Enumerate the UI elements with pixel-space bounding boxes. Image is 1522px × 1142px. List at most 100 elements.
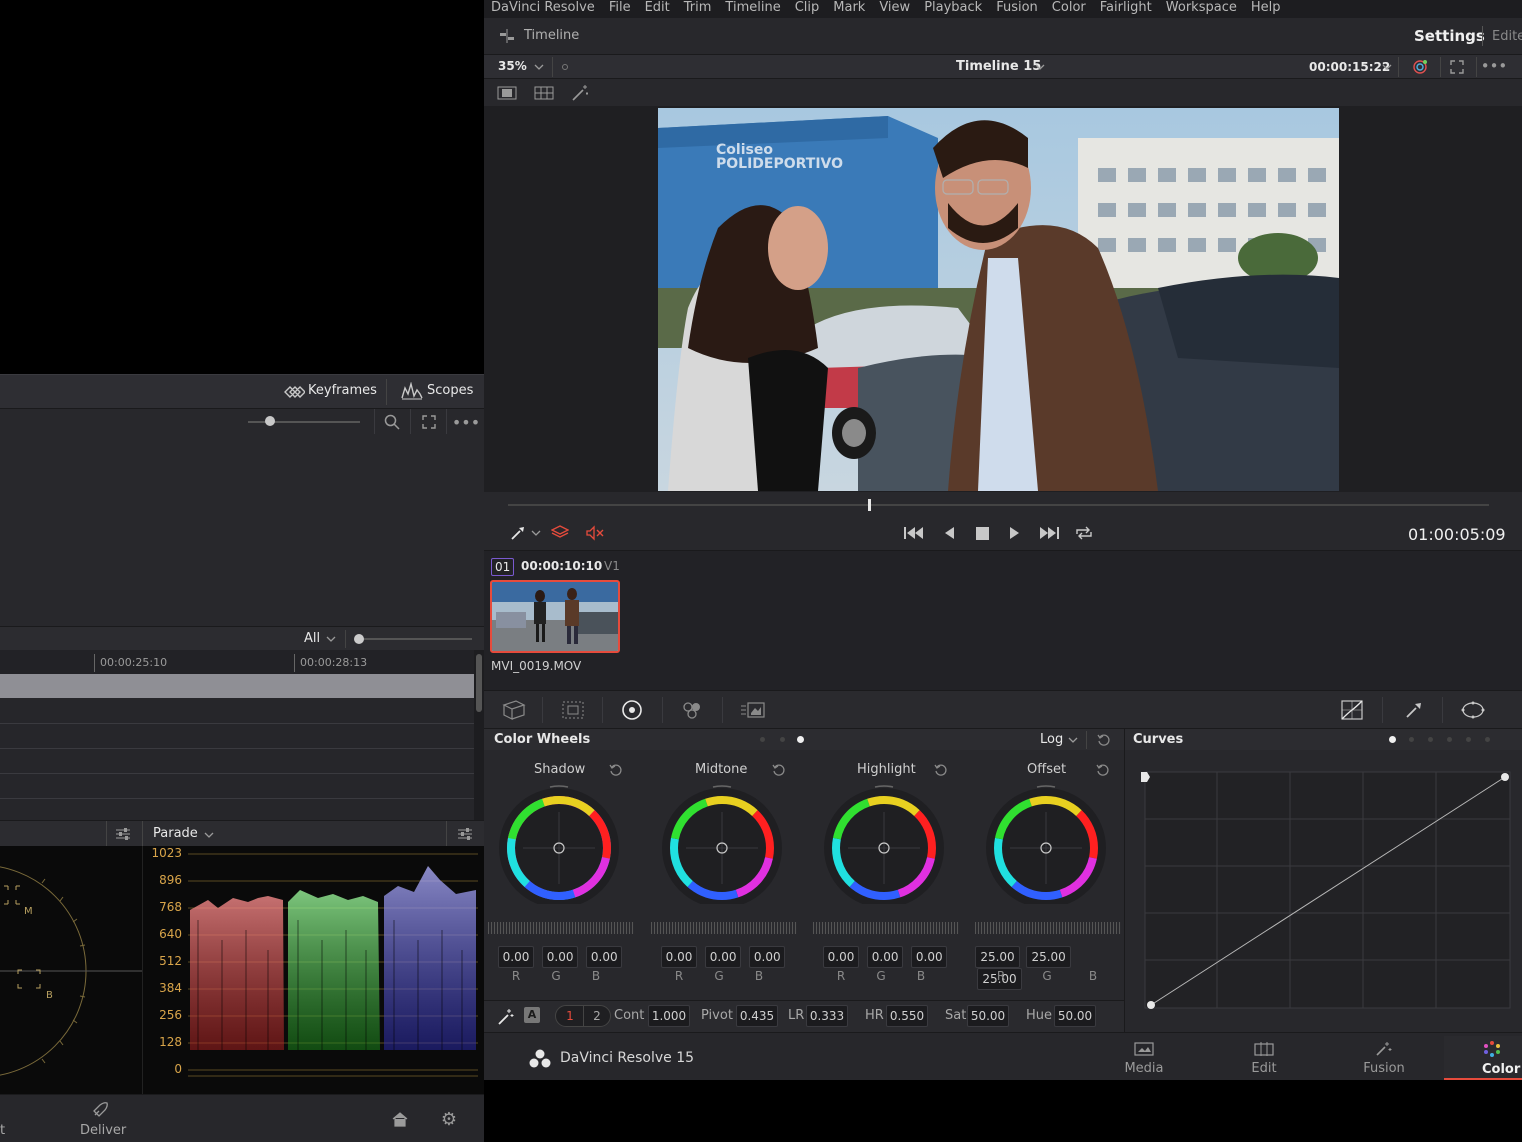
auto-balance-icon[interactable] bbox=[496, 1007, 516, 1027]
menu-help[interactable]: Help bbox=[1251, 0, 1281, 15]
timecode-top[interactable]: 00:00:15:22 bbox=[1309, 60, 1390, 74]
footer-partial-tab[interactable]: t bbox=[0, 1123, 5, 1138]
reverse-play-icon[interactable] bbox=[940, 523, 958, 543]
page-tab-media[interactable]: Media bbox=[1084, 1036, 1204, 1080]
video-frame[interactable]: Coliseo POLIDEPORTIVO bbox=[658, 108, 1339, 491]
qualifier-icon[interactable] bbox=[1402, 699, 1426, 721]
highlight-r-field[interactable]: 0.00 bbox=[823, 946, 859, 968]
timeline-button[interactable]: Timeline bbox=[524, 28, 579, 43]
menu-edit[interactable]: Edit bbox=[645, 0, 670, 15]
menu-playback[interactable]: Playback bbox=[924, 0, 982, 15]
midtone-g-field[interactable]: 0.00 bbox=[705, 946, 742, 968]
play-icon[interactable] bbox=[1006, 523, 1024, 543]
scrubber-track[interactable] bbox=[508, 504, 1489, 506]
menu-clip[interactable]: Clip bbox=[795, 0, 820, 15]
scope-settings-icon[interactable] bbox=[114, 826, 132, 842]
rgb-mixer-icon[interactable] bbox=[680, 699, 704, 721]
playhead[interactable] bbox=[868, 499, 871, 511]
lr-field[interactable]: 0.333 bbox=[806, 1005, 848, 1027]
curves-graph[interactable] bbox=[1141, 768, 1513, 1014]
filter-slider-handle[interactable] bbox=[354, 634, 364, 644]
chevron-down-icon[interactable] bbox=[1035, 63, 1045, 71]
clip-thumbnail[interactable] bbox=[490, 580, 620, 653]
auto-button[interactable]: A bbox=[524, 1007, 540, 1023]
page-dot[interactable] bbox=[760, 737, 765, 742]
menu-fairlight[interactable]: Fairlight bbox=[1100, 0, 1152, 15]
chevron-down-icon[interactable] bbox=[326, 635, 336, 643]
page-tab-fusion[interactable]: Fusion bbox=[1324, 1036, 1444, 1080]
highlight-master-wheel[interactable] bbox=[813, 922, 959, 934]
page-dot[interactable] bbox=[1485, 737, 1490, 742]
clip-name[interactable]: MVI_0019.MOV bbox=[491, 659, 581, 673]
chevron-down-icon[interactable] bbox=[1382, 63, 1392, 71]
page-tab-color[interactable]: Color bbox=[1444, 1036, 1522, 1080]
scopes-button[interactable]: Scopes bbox=[427, 383, 473, 398]
search-icon[interactable] bbox=[383, 413, 401, 431]
midtone-master-wheel[interactable] bbox=[651, 922, 797, 934]
wheels-mode-dropdown[interactable]: Log bbox=[1040, 732, 1063, 747]
page-dot-active[interactable] bbox=[1389, 736, 1396, 743]
page-dot-active[interactable] bbox=[797, 736, 804, 743]
color-picker-icon[interactable] bbox=[1410, 58, 1430, 76]
menu-timeline[interactable]: Timeline bbox=[725, 0, 780, 15]
menu-trim[interactable]: Trim bbox=[684, 0, 712, 15]
chevron-down-icon[interactable] bbox=[534, 63, 544, 71]
highlight-g-field[interactable]: 0.00 bbox=[867, 946, 904, 968]
shadow-r-field[interactable]: 0.00 bbox=[498, 946, 534, 968]
color-match-icon[interactable] bbox=[560, 699, 586, 721]
chevron-down-icon[interactable] bbox=[531, 529, 541, 537]
loop-icon[interactable] bbox=[1073, 523, 1095, 543]
reset-icon[interactable] bbox=[608, 762, 624, 778]
expand-icon[interactable] bbox=[421, 414, 437, 430]
color-wheels-icon[interactable] bbox=[620, 698, 644, 722]
page-dot[interactable] bbox=[1409, 737, 1414, 742]
more-options-icon[interactable]: ••• bbox=[452, 413, 480, 432]
page-dot[interactable] bbox=[1428, 737, 1433, 742]
highlight-b-field[interactable]: 0.00 bbox=[911, 946, 948, 968]
stop-icon[interactable] bbox=[973, 523, 991, 543]
sat-field[interactable]: 50.00 bbox=[967, 1005, 1009, 1027]
offset-master-wheel[interactable] bbox=[975, 922, 1121, 934]
gallery-viewer-icon[interactable] bbox=[534, 85, 554, 101]
all-filter[interactable]: All bbox=[304, 631, 320, 646]
curves-icon[interactable] bbox=[1339, 699, 1365, 721]
zoom-slider-handle[interactable] bbox=[265, 416, 275, 426]
fullscreen-icon[interactable] bbox=[1449, 59, 1465, 75]
shadow-color-wheel[interactable] bbox=[498, 782, 620, 904]
timeline-name[interactable]: Timeline 15 bbox=[956, 59, 1041, 74]
menu-file[interactable]: File bbox=[609, 0, 631, 15]
layers-icon[interactable] bbox=[550, 523, 570, 541]
mute-icon[interactable] bbox=[584, 524, 606, 542]
chevron-down-icon[interactable] bbox=[1068, 736, 1078, 744]
page-1-button[interactable]: 1 bbox=[556, 1006, 584, 1026]
motion-effects-icon[interactable] bbox=[740, 699, 766, 721]
menu-app[interactable]: DaVinci Resolve bbox=[491, 0, 595, 15]
midtone-b-field[interactable]: 0.00 bbox=[749, 946, 786, 968]
menu-view[interactable]: View bbox=[879, 0, 910, 15]
keyframe-track-master[interactable] bbox=[0, 674, 474, 698]
gear-icon[interactable]: ⚙ bbox=[439, 1109, 459, 1130]
skip-back-icon[interactable] bbox=[902, 523, 926, 543]
pivot-field[interactable]: 0.435 bbox=[736, 1005, 778, 1027]
shadow-master-wheel[interactable] bbox=[488, 922, 634, 934]
shadow-g-field[interactable]: 0.00 bbox=[542, 946, 579, 968]
filter-slider-track[interactable] bbox=[358, 638, 472, 640]
shadow-b-field[interactable]: 0.00 bbox=[586, 946, 623, 968]
magic-wand-icon[interactable] bbox=[570, 84, 590, 102]
highlight-color-wheel[interactable] bbox=[823, 782, 945, 904]
deliver-icon[interactable] bbox=[90, 1101, 110, 1119]
offset-r-field[interactable]: 25.00 bbox=[975, 946, 1020, 968]
parade-settings-icon[interactable] bbox=[456, 826, 474, 842]
page-dot[interactable] bbox=[780, 737, 785, 742]
midtone-r-field[interactable]: 0.00 bbox=[661, 946, 697, 968]
page-dot[interactable] bbox=[1466, 737, 1471, 742]
contrast-field[interactable]: 1.000 bbox=[648, 1005, 690, 1027]
keyframe-scrollbar[interactable] bbox=[474, 650, 484, 820]
eyedropper-icon[interactable] bbox=[508, 524, 528, 542]
reset-icon[interactable] bbox=[1095, 762, 1111, 778]
settings-label[interactable]: Settings bbox=[1414, 27, 1485, 45]
menu-workspace[interactable]: Workspace bbox=[1166, 0, 1237, 15]
chevron-down-icon[interactable] bbox=[204, 831, 214, 839]
midtone-color-wheel[interactable] bbox=[661, 782, 783, 904]
edit-label[interactable]: Edite bbox=[1492, 29, 1522, 44]
